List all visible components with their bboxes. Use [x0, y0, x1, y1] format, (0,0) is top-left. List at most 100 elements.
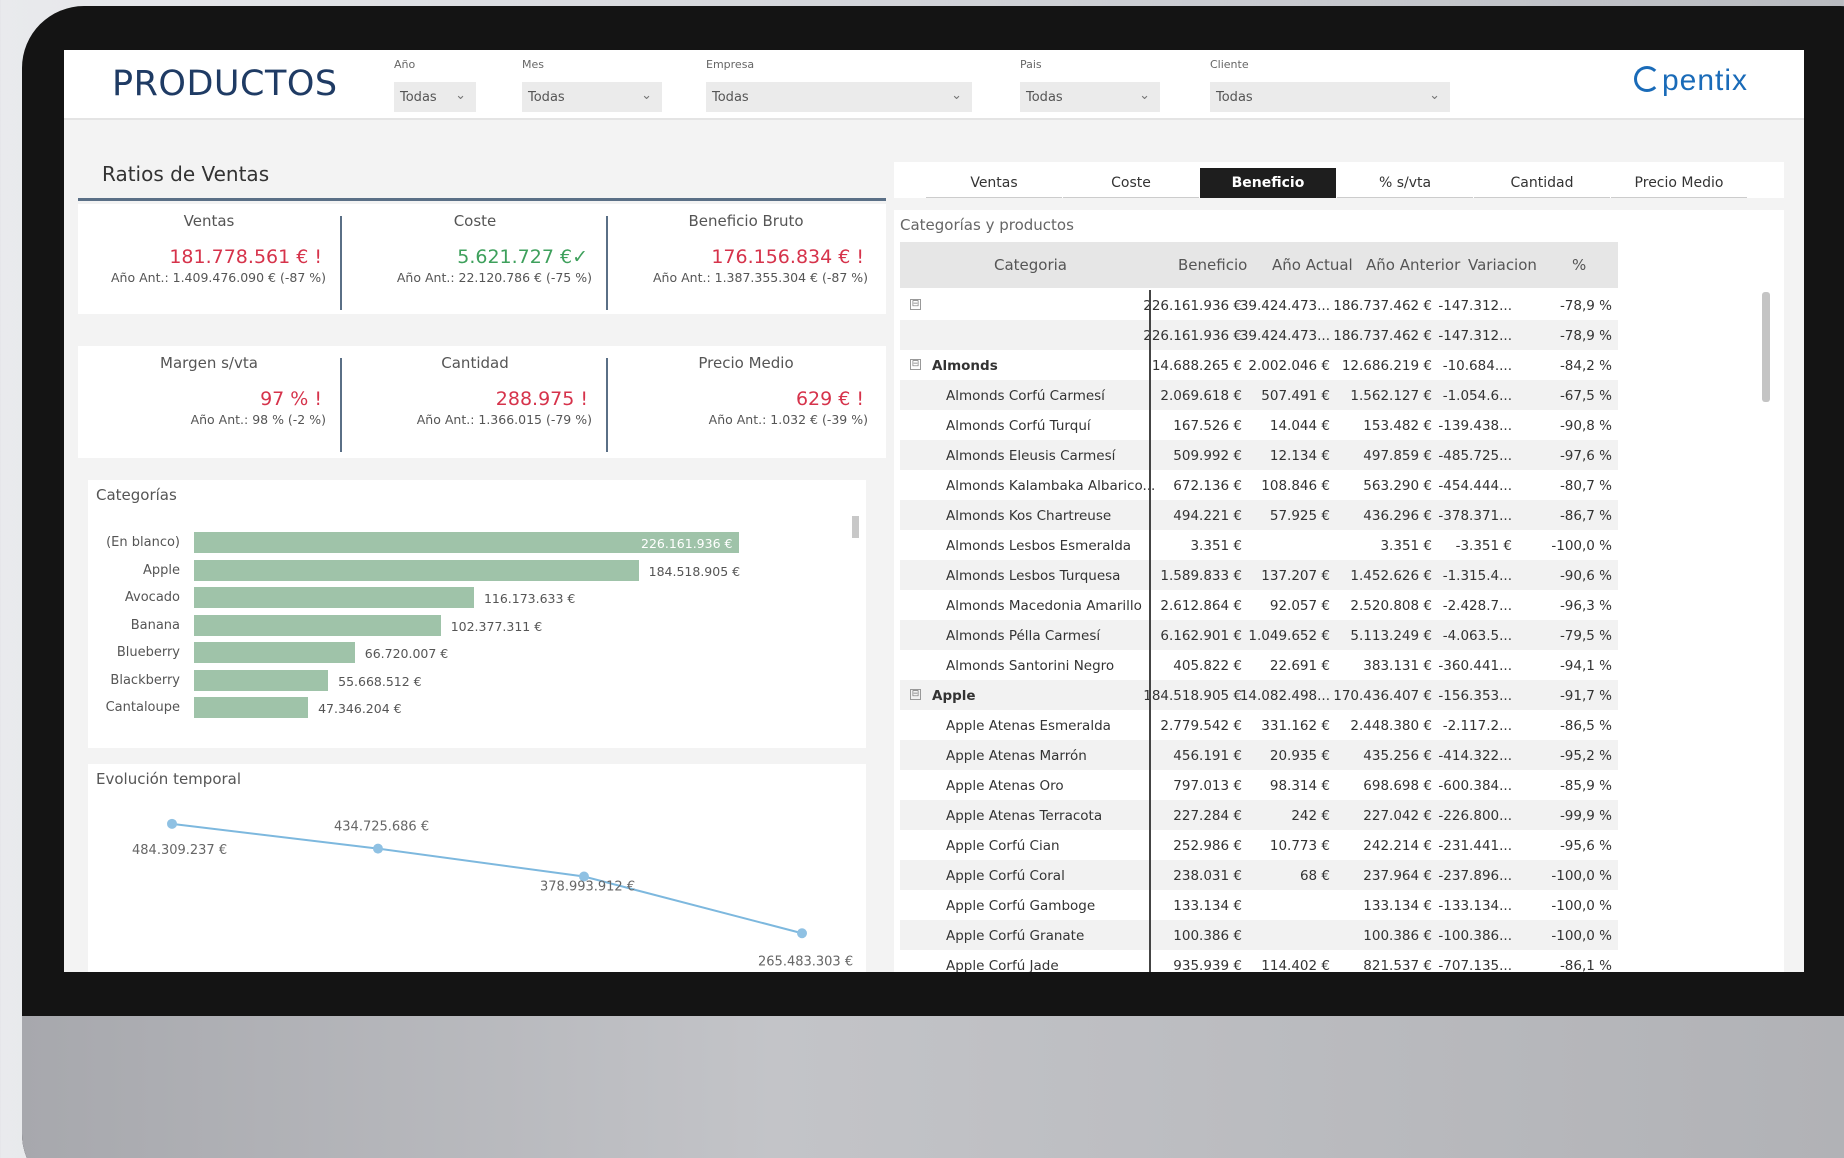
bar-row[interactable]: Apple 184.518.905 € [88, 559, 788, 582]
table-scrollbar[interactable] [1762, 292, 1770, 402]
table-row[interactable]: Apple Corfú Jade 935.939 € 114.402 € 821.53… [900, 950, 1618, 972]
kpi-cantidad[interactable]: Cantidad 288.975 ! Año Ant.: 1.366.015 (… [344, 346, 606, 458]
filter-ano[interactable]: Año Todas ⌄ [394, 58, 476, 112]
table-row[interactable]: Apple Corfú Granate 100.386 € 100.386 € -10… [900, 920, 1618, 950]
table-row[interactable]: Apple Atenas Marrón 456.191 € 20.935 € 435.… [900, 740, 1618, 770]
table-row[interactable]: Almonds Santorini Negro 405.822 € 22.691 €… [900, 650, 1618, 680]
cell-variacion: -1.054.6... [1442, 388, 1512, 404]
column-header-ano-anterior[interactable]: Año Anterior [1366, 256, 1460, 274]
bar-row[interactable]: Banana 102.377.311 € [88, 614, 788, 637]
filter-empresa[interactable]: Empresa Todas ⌄ [706, 58, 972, 112]
chart-scrollbar[interactable] [852, 516, 859, 538]
table-row[interactable]: Apple Atenas Esmeralda 2.779.542 € 331.162… [900, 710, 1618, 740]
cell-porcentaje: -79,5 % [1559, 628, 1612, 644]
tab-cantidad[interactable]: Cantidad [1474, 168, 1610, 198]
table-row[interactable]: Apple Atenas Oro 797.013 € 98.314 € 698.698… [900, 770, 1618, 800]
collapse-icon[interactable]: ⊟ [910, 359, 921, 370]
filter-dropdown[interactable]: Todas ⌄ [1210, 82, 1450, 112]
cell-categoria: Apple Corfú Cian [946, 838, 1060, 854]
table-row[interactable]: Almonds Lesbos Esmeralda 3.351 € 3.351 € -3… [900, 530, 1618, 560]
filter-dropdown[interactable]: Todas ⌄ [522, 82, 662, 112]
filter-dropdown[interactable]: Todas ⌄ [706, 82, 972, 112]
kpi-precio-medio[interactable]: Precio Medio 629 € ! Año Ant.: 1.032 € (… [610, 346, 882, 458]
data-point[interactable] [373, 843, 383, 854]
kpi-previous-year: Año Ant.: 1.387.355.304 € (-87 %) [653, 270, 868, 285]
column-header-porcentaje[interactable]: % [1572, 256, 1586, 274]
category-row[interactable]: ⊟ Almonds 14.688.265 € 2.002.046 € 12.686.21… [900, 350, 1618, 380]
table-row[interactable]: Almonds Eleusis Carmesí 509.992 € 12.134 €… [900, 440, 1618, 470]
data-point[interactable] [167, 818, 177, 829]
bar-row[interactable]: Cantaloupe 47.346.204 € [88, 697, 788, 719]
table-row[interactable]: Almonds Macedonia Amarillo 2.612.864 € 92.… [900, 590, 1618, 620]
bar-row[interactable]: Blackberry 55.668.512 € [88, 669, 788, 692]
kpi-value: 288.975 ! [495, 388, 588, 410]
bar[interactable] [194, 669, 329, 691]
bar[interactable] [194, 587, 474, 608]
collapse-icon[interactable]: ⊟ [910, 689, 921, 700]
bar-value-label: 102.377.311 € [450, 618, 543, 634]
column-header-categoria[interactable]: Categoria [994, 256, 1067, 274]
table-row[interactable]: Apple Corfú Gamboge 133.134 € 133.134 € -13… [900, 890, 1618, 920]
table-row[interactable]: Apple Corfú Coral 238.031 €68 €237.964 € -… [900, 860, 1618, 890]
filter-cliente[interactable]: Cliente Todas ⌄ [1210, 58, 1450, 112]
table-row[interactable]: Almonds Corfú Turquí 167.526 € 14.044 € 153… [900, 410, 1618, 440]
bar[interactable] [194, 642, 355, 663]
bar-row[interactable]: Blueberry 66.720.007 € [88, 642, 788, 664]
filter-dropdown[interactable]: Todas ⌄ [1020, 82, 1160, 112]
cell-ano-actual: 20.935 € [1269, 748, 1330, 764]
bar[interactable] [194, 559, 639, 581]
cell-ano-anterior: 186.737.462 € [1333, 328, 1432, 344]
cell-beneficio: 1.589.833 € [1160, 568, 1242, 584]
tab-coste[interactable]: Coste [1063, 168, 1199, 198]
kpi-coste[interactable]: Coste 5.621.727 €✓ Año Ant.: 22.120.786 … [344, 204, 606, 314]
collapse-icon[interactable]: ⊟ [910, 299, 921, 310]
table-title: Categorías y productos [900, 216, 1074, 234]
table-row[interactable]: Almonds Kalambaka Albarico... 672.136 € 10… [900, 470, 1618, 500]
column-header-beneficio[interactable]: Beneficio [1178, 256, 1247, 274]
cell-porcentaje: -86,7 % [1559, 508, 1612, 524]
cell-variacion: -360.441... [1438, 658, 1512, 674]
table-row[interactable]: 226.161.936 €39.424.473... 186.737.462 € -… [900, 320, 1618, 350]
section-divider [78, 198, 886, 201]
kpi-margen[interactable]: Margen s/vta 97 % ! Año Ant.: 98 % (-2 %… [78, 346, 340, 458]
cell-beneficio: 405.822 € [1173, 658, 1242, 674]
report-header: PRODUCTOS Año Todas ⌄ Mes Todas ⌄ Empres… [64, 50, 1804, 120]
table-row[interactable]: Apple Atenas Terracota 227.284 € 242 € 227.… [900, 800, 1618, 830]
filter-pais[interactable]: Pais Todas ⌄ [1020, 58, 1160, 112]
tab-porcentaje-svta[interactable]: % s/vta [1337, 168, 1473, 198]
kpi-divider [340, 216, 342, 310]
table-row[interactable]: ⊟ 226.161.936 €39.424.473... 186.737.462 €… [900, 290, 1618, 320]
logo-text: pentix [1662, 64, 1749, 97]
kpi-ventas[interactable]: Ventas 181.778.561 € ! Año Ant.: 1.409.4… [78, 204, 340, 314]
bar-value-label: 66.720.007 € [364, 646, 449, 661]
table-row[interactable]: Apple Corfú Cian 252.986 € 10.773 € 242.214… [900, 830, 1618, 860]
filter-dropdown[interactable]: Todas ⌄ [394, 82, 476, 112]
table-row[interactable]: Almonds Lesbos Turquesa 1.589.833 € 137.20… [900, 560, 1618, 590]
cell-porcentaje: -86,1 % [1559, 958, 1612, 972]
column-header-variacion[interactable]: Variacion [1468, 256, 1537, 274]
bar[interactable] [194, 697, 309, 718]
tab-precio-medio[interactable]: Precio Medio [1611, 168, 1747, 198]
column-header-ano-actual[interactable]: Año Actual [1272, 256, 1353, 274]
tab-ventas[interactable]: Ventas [926, 168, 1062, 198]
table-row[interactable]: Almonds Pélla Carmesí 6.162.901 € 1.049.65… [900, 620, 1618, 650]
data-point[interactable] [797, 928, 807, 939]
kpi-beneficio-bruto[interactable]: Beneficio Bruto 176.156.834 € ! Año Ant.… [610, 204, 882, 314]
kpi-previous-year: Año Ant.: 1.366.015 (-79 %) [416, 412, 592, 427]
category-row[interactable]: ⊟ Apple 184.518.905 €14.082.498... 170.436.… [900, 680, 1618, 710]
bar-row[interactable]: (En blanco) 226.161.936 € [88, 532, 788, 554]
bar[interactable] [194, 614, 441, 636]
categorias-chart-card: Categorías (En blanco) 226.161.936 € Apple… [88, 480, 866, 748]
kpi-label: Beneficio Bruto [688, 212, 804, 230]
table-row[interactable]: Almonds Corfú Carmesí 2.069.618 € 507.491 … [900, 380, 1618, 410]
filter-mes[interactable]: Mes Todas ⌄ [522, 58, 662, 112]
cell-porcentaje: -100,0 % [1551, 538, 1612, 554]
bar-category-label: Blackberry [110, 672, 180, 688]
bar-row[interactable]: Avocado 116.173.633 € [88, 587, 788, 609]
kpi-previous-year: Año Ant.: 22.120.786 € (-75 %) [396, 270, 592, 285]
cell-porcentaje: -84,2 % [1559, 358, 1612, 374]
table-row[interactable]: Almonds Kos Chartreuse 494.221 € 57.925 € 4… [900, 500, 1618, 530]
tab-beneficio[interactable]: Beneficio [1200, 168, 1336, 198]
cell-ano-actual: 1.049.652 € [1248, 628, 1330, 644]
cell-ano-anterior: 383.131 € [1363, 658, 1432, 674]
